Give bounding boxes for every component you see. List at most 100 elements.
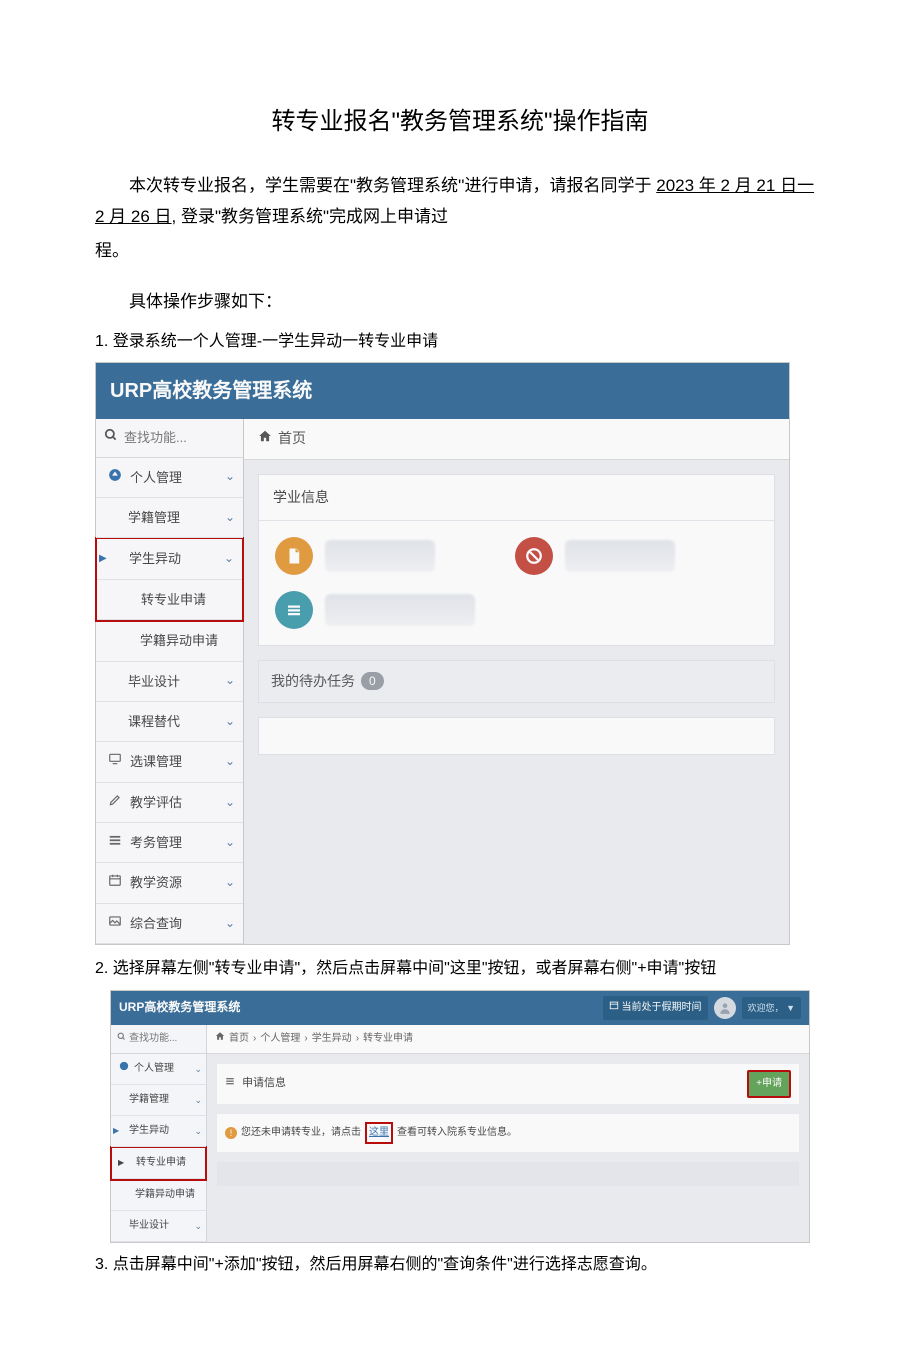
sidebar-query-label: 综合查询	[130, 912, 182, 935]
home-icon	[215, 1030, 225, 1048]
stat-item-3	[275, 591, 475, 629]
sidebar-course-sub-label: 课程替代	[128, 710, 180, 733]
sidebar-student-change[interactable]: ▶ 学生异动 ⌄	[97, 539, 242, 579]
screenshot-2: URP高校教务管理系统 当前处于假期时间 欢迎您， ▼ 查找功	[110, 990, 810, 1243]
empty-panel	[258, 717, 775, 755]
welcome-text: 欢迎您，	[748, 1003, 784, 1013]
home-icon	[258, 426, 272, 451]
blur-placeholder	[325, 594, 475, 626]
chevron-down-icon: ⌄	[225, 832, 235, 854]
breadcrumb-home[interactable]: 首页	[278, 426, 306, 451]
vacation-text: 当前处于假期时间	[622, 999, 702, 1017]
panel-title: 申请信息	[242, 1077, 286, 1089]
crumb-sep: ›	[304, 1030, 307, 1048]
sidebar-change-major-label: 转专业申请	[141, 588, 206, 611]
pending-tasks-label: 我的待办任务	[271, 669, 355, 694]
intro-text-1a: 本次转专业报名，学生需要在"教务管理系统''进行申请，请报名同学于	[129, 176, 652, 195]
crumb-change[interactable]: 学生异动	[312, 1030, 352, 1048]
academic-info-card: 学业信息	[258, 474, 775, 646]
list-icon	[106, 831, 124, 854]
sidebar2-change-major[interactable]: ▶ 转专业申请	[112, 1148, 205, 1179]
sidebar2-status-change[interactable]: 学籍异动申请	[111, 1180, 206, 1211]
intro-para-2: 程。	[95, 236, 825, 267]
sidebar-course-sub[interactable]: 课程替代 ⌄	[96, 702, 243, 742]
main-content-2: 首页 › 个人管理 › 学生异动 › 转专业申请 申请信息 +申请 ! 您	[207, 1025, 809, 1242]
sidebar-status-change[interactable]: 学籍异动申请	[96, 621, 243, 661]
avatar-icon[interactable]	[714, 997, 736, 1019]
sidebar-course-select[interactable]: 选课管理 ⌄	[96, 742, 243, 782]
sidebar2-personal-label: 个人管理	[134, 1060, 174, 1078]
add-application-button[interactable]: +申请	[747, 1070, 791, 1098]
sidebar-2: 查找功能... 个人管理 ⌄ 学籍管理 ⌄ ▶ 学生异动 ⌄ ▶	[111, 1025, 207, 1242]
sidebar-personal[interactable]: 个人管理 ⌄	[96, 458, 243, 498]
msg-text-a: 您还未申请转专业，请点击	[241, 1124, 361, 1142]
doc-title: 转专业报名"教务管理系统"操作指南	[95, 100, 825, 143]
intro-para-1: 本次转专业报名，学生需要在"教务管理系统''进行申请，请报名同学于 2023 年…	[95, 171, 825, 232]
chevron-down-icon: ⌄	[225, 670, 235, 692]
step-1-label: 1. 登录系统一个人管理-一学生异动一转专业申请	[95, 328, 825, 357]
crumb-sep: ›	[253, 1030, 256, 1048]
image-icon	[106, 912, 124, 935]
search-input[interactable]: 查找功能...	[96, 419, 243, 457]
list-square-icon	[275, 591, 313, 629]
sidebar-grad-label: 毕业设计	[128, 670, 180, 693]
active-indicator-icon: ▶	[113, 1124, 119, 1138]
screenshot-1: URP高校教务管理系统 查找功能... 个人管理 ⌄ 学籍管理 ⌄	[95, 362, 790, 945]
dashboard-icon	[117, 1060, 131, 1078]
sidebar-change-major[interactable]: 转专业申请	[97, 580, 242, 620]
sidebar2-change[interactable]: ▶ 学生异动 ⌄	[111, 1116, 206, 1147]
document-icon	[275, 537, 313, 575]
system-title-bar: URP高校教务管理系统	[96, 363, 789, 419]
main-content: 首页 学业信息	[244, 419, 789, 944]
sidebar-exam[interactable]: 考务管理 ⌄	[96, 823, 243, 863]
search-input-2[interactable]: 查找功能...	[111, 1025, 206, 1054]
blur-placeholder	[325, 540, 435, 572]
sidebar2-grad[interactable]: 毕业设计 ⌄	[111, 1211, 206, 1242]
active-indicator-icon: ▶	[99, 550, 107, 568]
sidebar-personal-label: 个人管理	[130, 466, 182, 489]
chevron-down-icon: ⌄	[225, 711, 235, 733]
monitor-icon	[106, 750, 124, 773]
sidebar-query[interactable]: 综合查询 ⌄	[96, 904, 243, 944]
sidebar2-status-change-label: 学籍异动申请	[135, 1186, 195, 1204]
sidebar-resource[interactable]: 教学资源 ⌄	[96, 863, 243, 903]
info-message: ! 您还未申请转专业，请点击这里查看可转入院系专业信息。	[217, 1114, 799, 1152]
breadcrumb-2: 首页 › 个人管理 › 学生异动 › 转专业申请	[207, 1025, 809, 1054]
intro-para-3: 具体操作步骤如下：	[95, 287, 825, 318]
chevron-down-icon: ⌄	[225, 792, 235, 814]
search-icon	[117, 1030, 126, 1048]
intro-text-1b: , 登录"教务管理系统"完成网上申请过	[172, 207, 449, 226]
sidebar-grad[interactable]: 毕业设计 ⌄	[96, 662, 243, 702]
crumb-personal[interactable]: 个人管理	[260, 1030, 300, 1048]
chevron-down-icon: ⌄	[224, 548, 234, 570]
pending-tasks-panel: 我的待办任务 0	[258, 660, 775, 703]
sidebar-status[interactable]: 学籍管理 ⌄	[96, 498, 243, 538]
crumb-home[interactable]: 首页	[229, 1030, 249, 1048]
sidebar2-change-major-label: 转专业申请	[136, 1154, 186, 1172]
chevron-down-icon: ⌄	[194, 1123, 202, 1139]
sidebar-exam-label: 考务管理	[130, 831, 182, 854]
sidebar-status-label: 学籍管理	[128, 506, 180, 529]
here-link[interactable]: 这里	[365, 1122, 393, 1144]
sidebar-teach-eval[interactable]: 教学评估 ⌄	[96, 783, 243, 823]
welcome-badge[interactable]: 欢迎您， ▼	[742, 997, 801, 1019]
chevron-down-icon: ⌄	[194, 1218, 202, 1234]
blur-placeholder	[565, 540, 675, 572]
card-header: 学业信息	[259, 475, 774, 521]
sidebar-course-select-label: 选课管理	[130, 750, 182, 773]
edit-icon	[106, 791, 124, 814]
step-2-label: 2. 选择屏幕左侧"转专业申请"，然后点击屏幕中间"这里"按钮，或者屏幕右侧"+…	[95, 955, 825, 984]
stat-item-1	[275, 537, 435, 575]
sidebar2-status[interactable]: 学籍管理 ⌄	[111, 1085, 206, 1116]
system-title-bar-2: URP高校教务管理系统 当前处于假期时间 欢迎您， ▼	[111, 991, 809, 1025]
sidebar2-personal[interactable]: 个人管理 ⌄	[111, 1054, 206, 1085]
highlight-box-change-major-2: ▶ 转专业申请	[110, 1146, 207, 1181]
dashboard-icon	[106, 466, 124, 489]
chevron-down-icon: ⌄	[194, 1092, 202, 1108]
search-icon	[104, 425, 118, 450]
chevron-down-icon: ⌄	[194, 1061, 202, 1077]
chevron-down-icon: ⌄	[225, 913, 235, 935]
sidebar-student-change-label: 学生异动	[129, 547, 181, 570]
task-count-badge: 0	[361, 672, 384, 690]
crumb-sep: ›	[356, 1030, 359, 1048]
